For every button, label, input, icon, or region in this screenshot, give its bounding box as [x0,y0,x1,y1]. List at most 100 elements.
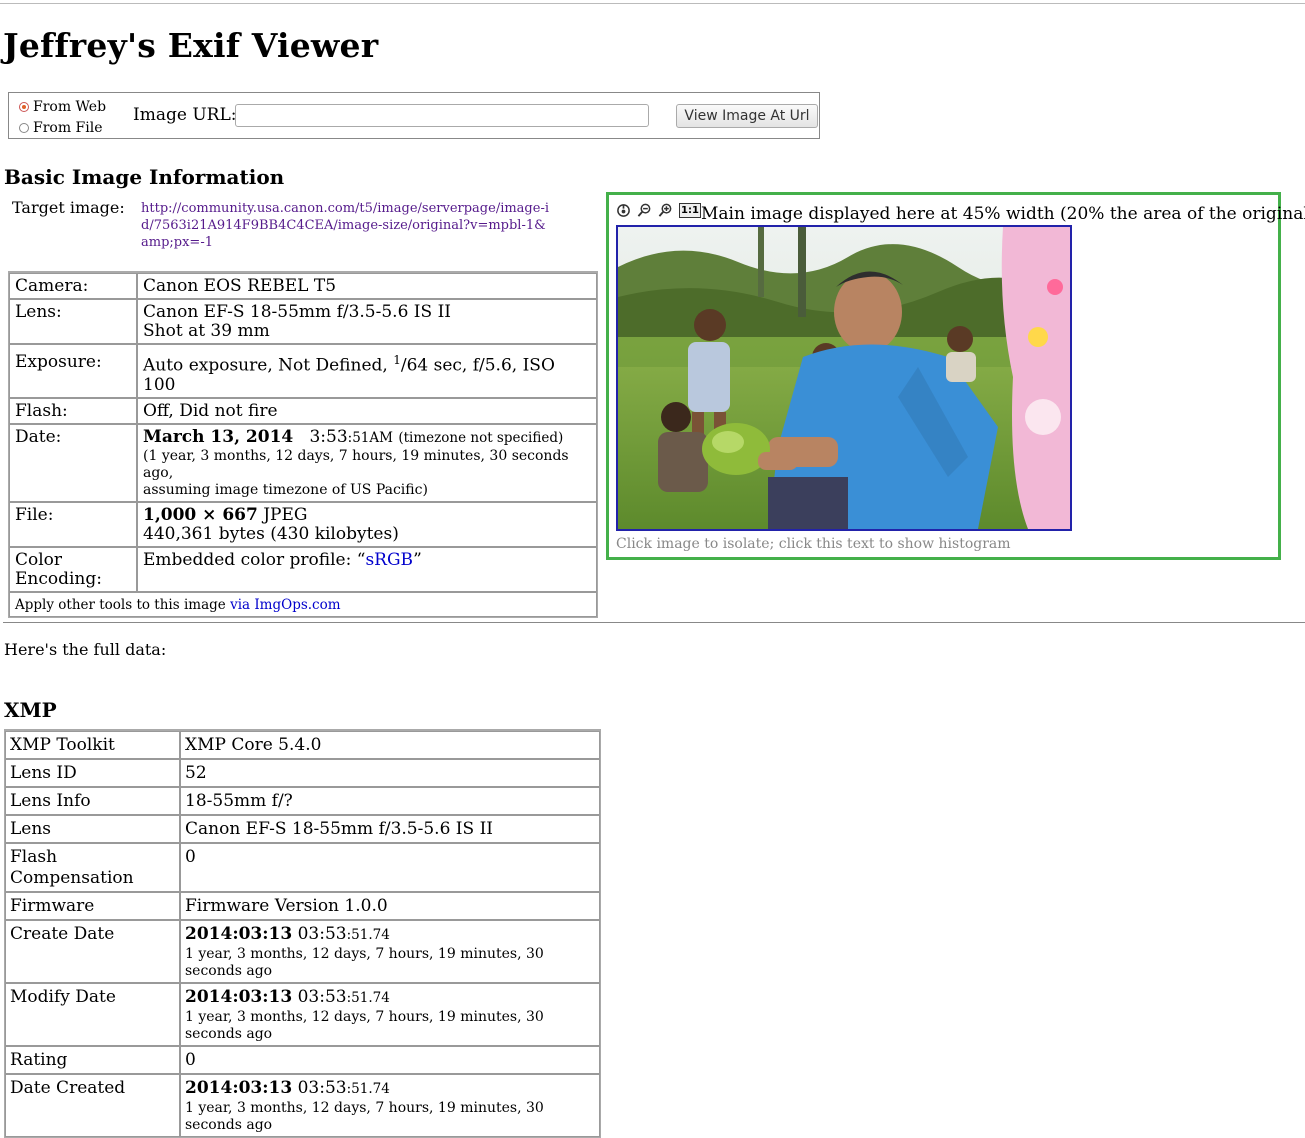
modify-date-time: 03:53 [292,987,347,1007]
create-date-label: Create Date [5,920,180,983]
table-row: Modify Date 2014:03:13 03:53:51.74 1 year… [5,983,600,1046]
xmp-field-label: Firmware [5,892,180,920]
xmp-field-label: Lens ID [5,759,180,787]
radio-from-web-label: From Web [33,99,107,115]
color-prefix: Embedded color profile: “ [143,549,366,570]
xmp-field-value: XMP Core 5.4.0 [180,731,600,759]
rating-value: 0 [180,1046,600,1074]
modify-date-ago: 1 year, 3 months, 12 days, 7 hours, 19 m… [185,1009,544,1042]
table-row: Lens Canon EF-S 18-55mm f/3.5-5.6 IS II [5,815,600,843]
file-label: File: [9,501,137,547]
main-image-photo[interactable] [616,225,1072,531]
flash-value: Off, Did not fire [137,397,597,424]
lens-label: Lens: [9,299,137,344]
create-date-sec: :51.74 [346,927,390,943]
date-created-label: Date Created [5,1074,180,1137]
target-image-label: Target image: [12,198,125,217]
radio-from-file-label: From File [33,120,103,136]
radio-from-web[interactable]: From Web [19,99,106,115]
date-created-ago: 1 year, 3 months, 12 days, 7 hours, 19 m… [185,1100,544,1133]
preview-caption: Main image displayed here at 45% width (… [701,204,1305,224]
rating-label: Rating [5,1046,180,1074]
full-data-text: Here's the full data: [4,640,167,659]
top-divider [0,3,1305,4]
xmp-simple-rows: XMP Toolkit XMP Core 5.4.0 Lens ID 52 Lens I… [5,731,600,920]
lens-focal: Shot at 39 mm [143,321,270,341]
table-row: File: 1,000 × 667 JPEG 440,361 bytes (43… [9,501,597,547]
table-row: Flash: Off, Did not fire [9,397,597,424]
rotate-icon[interactable] [616,203,631,218]
xmp-field-value: 18-55mm f/? [180,787,600,815]
xmp-date-rows: Create Date 2014:03:13 03:53:51.74 1 year… [5,920,600,1137]
preview-toolbar: 1:1 [616,203,707,218]
date-bold: March 13, 2014 [143,426,294,447]
exposure-value: Auto exposure, Not Defined, 1/64 sec, f/… [137,344,597,398]
color-suffix: ” [413,549,422,570]
modify-date-label: Modify Date [5,983,180,1046]
create-date-time: 03:53 [292,924,347,944]
xmp-field-value: Firmware Version 1.0.0 [180,892,600,920]
radio-button[interactable] [19,123,29,133]
file-dims: 1,000 × 667 [143,504,258,525]
zoom-in-icon[interactable] [658,203,673,218]
table-row: Date: March 13, 2014 3:53:51AM (timezone… [9,423,597,502]
modify-date-value: 2014:03:13 03:53:51.74 1 year, 3 months, … [180,983,600,1046]
table-row: Camera: Canon EOS REBEL T5 [9,273,597,299]
date-created-time: 03:53 [292,1078,347,1098]
lens-model: Canon EF-S 18-55mm f/3.5-5.6 IS II [143,302,452,322]
image-url-input[interactable] [235,104,649,127]
table-row: Lens: Canon EF-S 18-55mm f/3.5-5.6 IS II… [9,299,597,344]
date-ago: (1 year, 3 months, 12 days, 7 hours, 19 … [143,447,569,481]
file-bytes: 440,361 bytes (430 kilobytes) [143,523,399,544]
tools-text: Apply other tools to this image [15,596,231,613]
table-row: Create Date 2014:03:13 03:53:51.74 1 year… [5,920,600,983]
table-row: Color Encoding: Embedded color profile: … [9,546,597,592]
date-created-sec: :51.74 [346,1081,390,1097]
date-assume: assuming image timezone of US Pacific) [143,481,428,498]
xmp-field-label: Lens Info [5,787,180,815]
tools-cell: Apply other tools to this image via ImgO… [9,591,597,617]
view-image-button[interactable]: View Image At Url [676,104,818,128]
imgops-link[interactable]: via ImgOps.com [230,597,340,613]
camera-label: Camera: [9,273,137,299]
create-date-bold: 2014:03:13 [185,924,293,944]
section-divider [3,622,1305,623]
photo-scene-image [618,227,1070,529]
xmp-field-label: Flash Compensation [5,843,180,892]
color-encoding-label: Color Encoding: [9,546,137,592]
target-image-link[interactable]: http://community.usa.canon.com/t5/image/… [141,200,551,251]
table-row: Rating 0 [5,1046,600,1074]
file-value: 1,000 × 667 JPEG 440,361 bytes (430 kilo… [137,501,597,547]
url-form: From Web From File Image URL: View Image… [8,92,820,139]
date-created-bold: 2014:03:13 [185,1078,293,1098]
table-row: XMP Toolkit XMP Core 5.4.0 [5,731,600,759]
date-seconds: :51AM [347,429,393,446]
histogram-hint[interactable]: Click image to isolate; click this text … [616,536,1011,552]
date-created-value: 2014:03:13 03:53:51.74 1 year, 3 months, … [180,1074,600,1137]
lens-value: Canon EF-S 18-55mm f/3.5-5.6 IS II Shot … [137,299,597,344]
actual-size-button[interactable]: 1:1 [679,203,701,218]
create-date-ago: 1 year, 3 months, 12 days, 7 hours, 19 m… [185,946,544,979]
table-row: Firmware Firmware Version 1.0.0 [5,892,600,920]
radio-button-selected[interactable] [19,102,29,112]
xmp-field-label: Lens [5,815,180,843]
image-preview-panel: 1:1 Main image displayed here at 45% wid… [606,192,1305,560]
date-time: 3:53 [309,426,348,447]
table-row: Apply other tools to this image via ImgO… [9,591,597,617]
date-value: March 13, 2014 3:53:51AM (timezone not s… [137,423,597,502]
radio-from-file[interactable]: From File [19,120,103,136]
xmp-field-label: XMP Toolkit [5,731,180,759]
table-row: Lens ID 52 [5,759,600,787]
xmp-heading: XMP [4,698,57,722]
file-type: JPEG [263,504,308,525]
xmp-field-value: Canon EF-S 18-55mm f/3.5-5.6 IS II [180,815,600,843]
date-label: Date: [9,423,137,502]
zoom-out-icon[interactable] [637,203,652,218]
exposure-numerator: 1 [393,353,401,367]
page-title: Jeffrey's Exif Viewer [3,26,379,65]
date-tz: (timezone not specified) [398,429,564,446]
table-row: Flash Compensation 0 [5,843,600,892]
srgb-link[interactable]: sRGB [365,550,413,570]
modify-date-bold: 2014:03:13 [185,987,293,1007]
flash-label: Flash: [9,397,137,424]
